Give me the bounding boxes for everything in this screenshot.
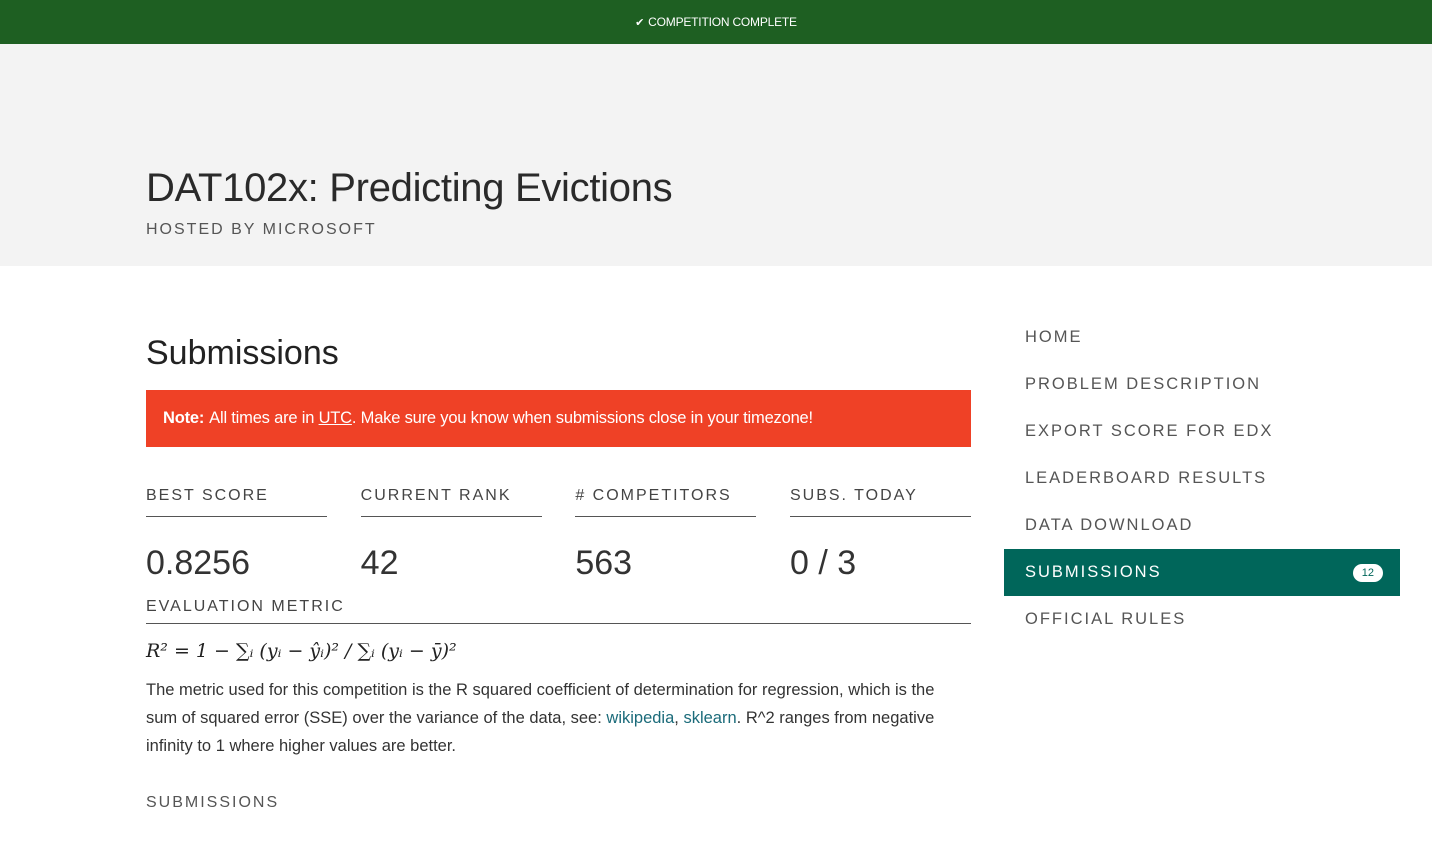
utc-link[interactable]: UTC [319, 409, 353, 428]
nav-label: SUBMISSIONS [1025, 563, 1162, 581]
check-icon: ✔ [635, 16, 645, 29]
stat-value: 0.8256 [146, 544, 250, 582]
note-text-before: All times are in [209, 409, 315, 427]
stat-competitors: # COMPETITORS 563 [575, 486, 757, 583]
nav-item-export-score[interactable]: EXPORT SCORE FOR EDX [1004, 408, 1400, 455]
stat-label: BEST SCORE [146, 486, 327, 517]
nav-item-problem-description[interactable]: PROBLEM DESCRIPTION [1004, 361, 1400, 408]
host-label: HOSTED BY MICROSOFT [146, 221, 377, 238]
wikipedia-link[interactable]: wikipedia [606, 709, 674, 727]
page-title: Submissions [146, 334, 339, 372]
competition-nav: HOME PROBLEM DESCRIPTION EXPORT SCORE FO… [1004, 314, 1400, 643]
submissions-panel: Submissions Note: All times are in UTC. … [146, 328, 971, 812]
stats-row: BEST SCORE 0.8256 CURRENT RANK 42 # COMP… [146, 486, 971, 583]
nav-item-home[interactable]: HOME [1004, 314, 1400, 361]
stat-label: # COMPETITORS [575, 486, 757, 517]
nav-item-leaderboard[interactable]: LEADERBOARD RESULTS [1004, 455, 1400, 502]
stat-value: 563 [575, 544, 633, 582]
note-label: Note: [163, 409, 205, 427]
link-separator: , [674, 709, 679, 727]
stat-label: CURRENT RANK [360, 486, 542, 517]
stat-best-score: BEST SCORE 0.8256 [146, 486, 327, 583]
competition-status-banner: ✔ COMPETITION COMPLETE [0, 0, 1432, 44]
nav-label: OFFICIAL RULES [1025, 610, 1187, 628]
submission-count-badge: 12 [1352, 563, 1383, 582]
stat-subs-today: SUBS. TODAY 0 / 3 [789, 486, 971, 583]
stat-label: SUBS. TODAY [789, 486, 971, 517]
stat-value: 0 / 3 [789, 544, 857, 582]
competition-header: DAT102x: Predicting Evictions HOSTED BY … [0, 44, 1432, 266]
metric-description: The metric used for this competition is … [146, 676, 956, 760]
main-content: Submissions Note: All times are in UTC. … [0, 266, 1432, 852]
note-text-after: . Make sure you know when submissions cl… [351, 409, 813, 427]
stat-current-rank: CURRENT RANK 42 [360, 486, 542, 583]
submissions-heading: SUBMISSIONS [146, 794, 280, 811]
sklearn-link[interactable]: sklearn [683, 709, 736, 727]
nav-label: DATA DOWNLOAD [1025, 516, 1194, 534]
stat-value: 42 [360, 544, 399, 582]
competition-title: DAT102x: Predicting Evictions [146, 166, 673, 210]
nav-label: LEADERBOARD RESULTS [1025, 469, 1268, 487]
nav-item-data-download[interactable]: DATA DOWNLOAD [1004, 502, 1400, 549]
status-text: COMPETITION COMPLETE [648, 15, 797, 29]
nav-item-official-rules[interactable]: OFFICIAL RULES [1004, 596, 1400, 643]
nav-label: HOME [1025, 328, 1083, 346]
nav-label: EXPORT SCORE FOR EDX [1025, 422, 1274, 440]
nav-item-submissions[interactable]: SUBMISSIONS 12 [1004, 549, 1400, 596]
evaluation-metric-heading: EVALUATION METRIC [146, 597, 971, 624]
timezone-note: Note: All times are in UTC. Make sure yo… [146, 390, 971, 447]
metric-formula: R² = 1 − ∑ᵢ (yᵢ − ŷᵢ)² / ∑ᵢ (yᵢ − ȳ)² [146, 640, 457, 662]
nav-label: PROBLEM DESCRIPTION [1025, 375, 1262, 393]
